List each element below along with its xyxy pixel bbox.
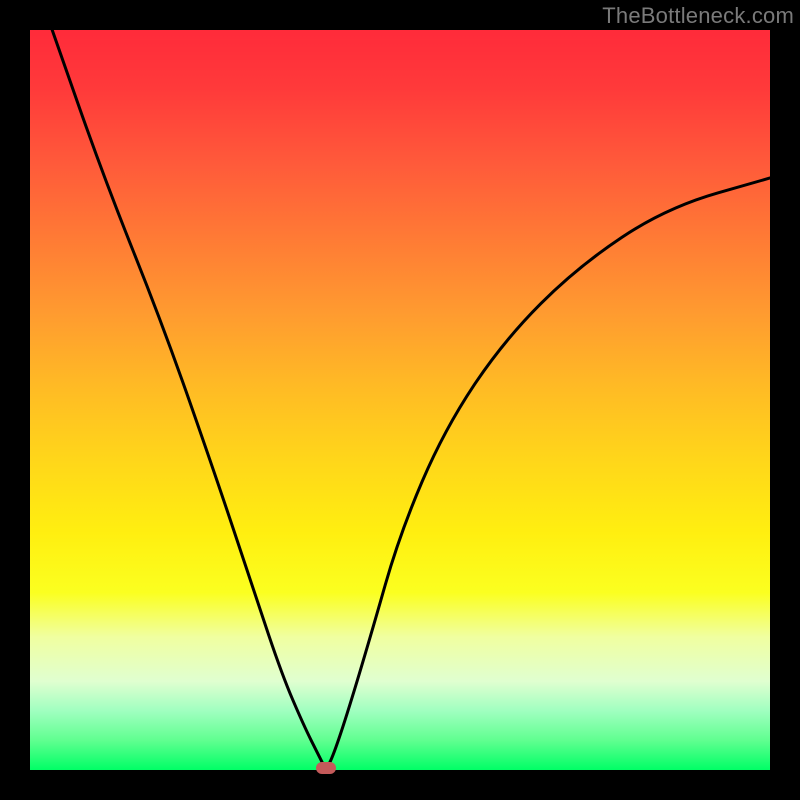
curve-path — [52, 30, 770, 766]
optimum-marker — [316, 762, 336, 774]
attribution-label: TheBottleneck.com — [602, 3, 794, 29]
chart-container: TheBottleneck.com — [0, 0, 800, 800]
bottleneck-curve — [30, 30, 770, 770]
plot-area — [30, 30, 770, 770]
